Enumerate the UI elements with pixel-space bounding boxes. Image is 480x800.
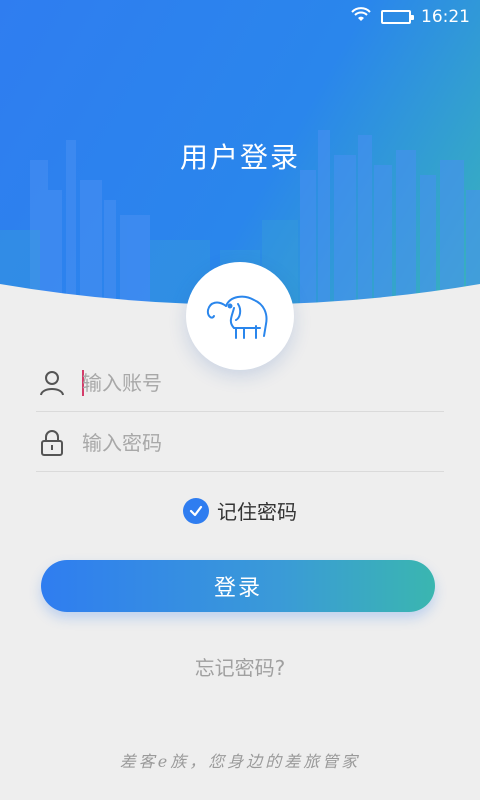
checkmark-icon[interactable]	[183, 497, 209, 524]
page-title: 用户登录	[179, 141, 300, 174]
login-button[interactable]: 登录	[41, 560, 435, 612]
user-icon	[38, 369, 66, 397]
wifi-icon	[351, 6, 371, 28]
account-field[interactable]	[36, 354, 444, 412]
status-time: 16:21	[421, 7, 470, 27]
remember-password-label: 记住密码	[217, 500, 297, 524]
account-input[interactable]	[82, 370, 412, 395]
password-input[interactable]	[82, 430, 412, 455]
password-field[interactable]	[36, 414, 444, 472]
battery-icon	[381, 10, 414, 24]
lock-icon	[38, 429, 66, 457]
elephant-icon	[206, 295, 268, 339]
remember-password-toggle[interactable]: 记住密码	[0, 496, 480, 525]
footer-slogan: 差客e族，您身边的差旅管家	[119, 752, 361, 771]
status-bar: 16:21	[0, 0, 480, 34]
forgot-password-link[interactable]: 忘记密码?	[0, 652, 480, 681]
